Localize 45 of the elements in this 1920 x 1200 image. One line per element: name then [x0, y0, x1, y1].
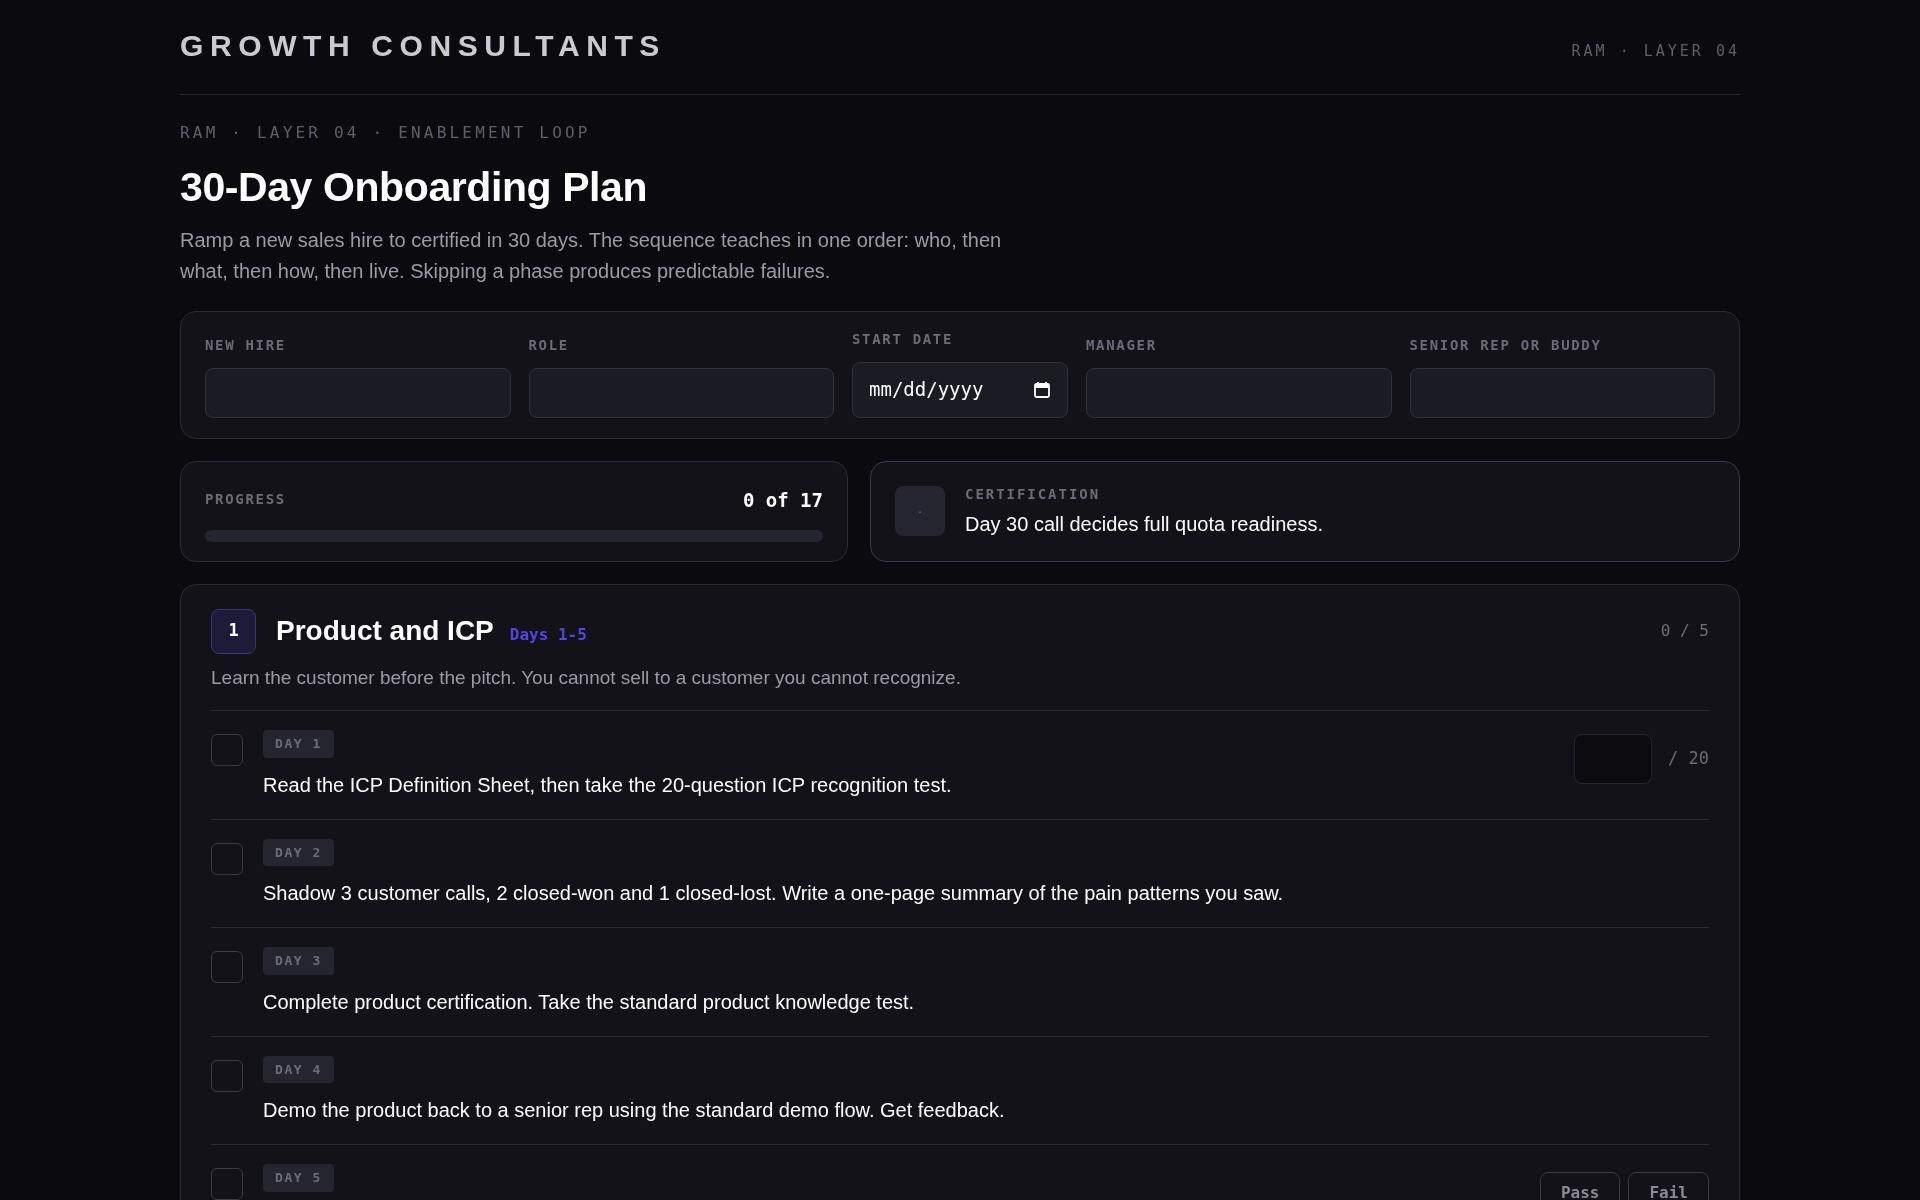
- task-text: Demo the product back to a senior rep using the standard demo flow. Get feedback.: [263, 1098, 1006, 1123]
- phase-number: 1: [211, 608, 256, 654]
- fail-button[interactable]: Fail: [1628, 1172, 1709, 1200]
- date-field[interactable]: mm/dd/yyyy: [852, 361, 1068, 418]
- progress-count: 0 of 17: [742, 487, 823, 513]
- field-label: START DATE: [852, 329, 955, 349]
- day-badge: DAY 4: [263, 1055, 334, 1083]
- field-label: NEW HIRE: [205, 335, 287, 355]
- certification-text: Day 30 call decides full quota readiness.: [965, 511, 1323, 537]
- day-badge: DAY 1: [263, 730, 334, 758]
- calendar-icon[interactable]: [1033, 380, 1051, 399]
- logo: GROWTH CONSULTANTS: [180, 27, 666, 64]
- score-field[interactable]: [1574, 734, 1653, 784]
- task-text: Read the ICP Definition Sheet, then take the 20-question ICP recognition test.: [263, 772, 953, 798]
- kicker-text: RAM · LAYER 04 · ENABLEMENT LOOP: [180, 122, 592, 144]
- header-tag: RAM · LAYER 04: [1571, 39, 1740, 63]
- certification-label: CERTIFICATION: [965, 484, 1102, 504]
- text-field[interactable]: [1409, 367, 1715, 418]
- text-field[interactable]: [1086, 367, 1392, 418]
- text-field[interactable]: [205, 367, 511, 418]
- field-label: MANAGER: [1086, 335, 1158, 355]
- page-description: Ramp a new sales hire to certified in 30 days. The sequence teaches in one order: who, then what, then how, then live. Skipping a phase produces predictable failures.: [180, 227, 1003, 284]
- certification-badge: ·: [895, 486, 945, 536]
- page-title: 30-Day Onboarding Plan: [180, 163, 649, 212]
- checkbox[interactable]: [211, 1168, 243, 1200]
- checkbox[interactable]: [211, 842, 243, 875]
- task-text: Shadow 3 customer calls, 2 closed-won and 1 closed-lost. Write a one-page summary of the pain patterns you saw.: [263, 881, 1285, 906]
- phase-title: Product and ICP: [276, 614, 494, 648]
- day-badge: DAY 3: [263, 947, 334, 975]
- checkbox[interactable]: [211, 951, 243, 983]
- phase-description: Learn the customer before the pitch. You cannot sell to a customer you cannot recognize.: [211, 665, 962, 690]
- field-label: ROLE: [528, 335, 570, 355]
- checkbox[interactable]: [211, 1059, 243, 1092]
- task-text: Complete product certification. Take the standard product knowledge test.: [263, 989, 916, 1015]
- day-badge: DAY 5: [263, 1164, 334, 1192]
- date-input[interactable]: mm/dd/yyyy: [869, 375, 1019, 404]
- checkbox[interactable]: [211, 734, 243, 766]
- pass-button[interactable]: Pass: [1539, 1172, 1621, 1200]
- score-suffix: / 20: [1668, 747, 1709, 771]
- progress-label: PROGRESS: [205, 490, 286, 510]
- text-field[interactable]: [528, 367, 834, 418]
- phase-days: Days 1-5: [509, 623, 587, 647]
- day-badge: DAY 2: [263, 838, 334, 866]
- field-label: SENIOR REP OR BUDDY: [1409, 335, 1603, 355]
- phase-count: 0 / 5: [1660, 620, 1709, 642]
